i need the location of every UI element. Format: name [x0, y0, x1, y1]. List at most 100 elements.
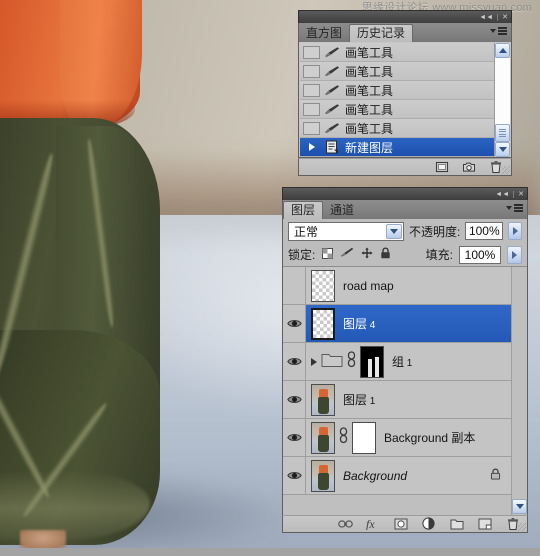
adjustment-layer-icon[interactable] [422, 517, 436, 531]
link-icon[interactable] [347, 350, 356, 373]
history-item[interactable]: 画笔工具 [300, 100, 494, 119]
blend-mode-value: 正常 [294, 224, 319, 239]
layer-thumbnail[interactable] [311, 383, 335, 416]
panel-menu-icon[interactable] [506, 204, 523, 212]
tab-layers[interactable]: 图层 [283, 201, 324, 219]
layer-thumbnail[interactable] [311, 421, 335, 454]
tab-history[interactable]: 历史记录 [349, 24, 414, 42]
collapse-icon[interactable]: ◄◄ [495, 191, 509, 198]
scrollbar-track[interactable] [495, 58, 510, 124]
visibility-toggle[interactable] [283, 457, 306, 494]
resize-grip-icon[interactable] [518, 523, 526, 531]
locked-badge-icon [490, 467, 501, 485]
history-scrollbar[interactable] [494, 43, 510, 157]
new-layer-history-icon [322, 140, 342, 154]
lock-position-icon[interactable] [361, 246, 373, 264]
tab-channels[interactable]: 通道 [323, 202, 361, 219]
layer-row-road-map[interactable]: road map [283, 267, 511, 305]
history-tabstrip: 直方图 历史记录 [298, 23, 512, 42]
history-item[interactable]: 画笔工具 [300, 119, 494, 138]
chevron-down-icon [506, 205, 512, 210]
lock-fill-row: 锁定: 填充: 100% [283, 243, 527, 266]
history-current-state-marker[interactable] [303, 141, 320, 154]
layer-thumbnail[interactable] [311, 307, 335, 340]
panel-menu-icon[interactable] [490, 27, 507, 35]
expand-group-triangle-icon[interactable] [311, 357, 317, 366]
layer-row-selected[interactable]: 图层 4 [283, 305, 511, 343]
svg-text:fx: fx [366, 517, 375, 530]
scroll-up-button[interactable] [495, 43, 510, 58]
history-item[interactable]: 画笔工具 [300, 62, 494, 81]
new-document-from-state-icon[interactable] [435, 160, 449, 174]
layer-row-background-copy[interactable]: Background 副本 [283, 419, 511, 457]
history-snapshot-checkbox[interactable] [303, 121, 320, 135]
lock-image-icon[interactable] [340, 246, 354, 264]
visibility-toggle[interactable] [283, 343, 306, 380]
history-item[interactable]: 画笔工具 [300, 43, 494, 62]
history-item[interactable]: 画笔工具 [300, 81, 494, 100]
layer-row-group[interactable]: 组 1 [283, 343, 511, 381]
titlebar-divider [513, 190, 515, 198]
layer-row-background[interactable]: Background [283, 457, 511, 495]
layer-mask-thumbnail[interactable] [360, 345, 384, 378]
blend-mode-select[interactable]: 正常 [288, 221, 404, 241]
history-snapshot-checkbox[interactable] [303, 102, 320, 116]
new-layer-icon[interactable] [478, 517, 492, 531]
link-layers-icon[interactable] [338, 517, 353, 531]
collapse-icon[interactable]: ◄◄ [479, 14, 493, 21]
layers-scrollbar[interactable] [511, 267, 527, 515]
eye-icon [286, 472, 302, 479]
layer-name[interactable]: Background 副本 [384, 429, 475, 446]
visibility-toggle[interactable] [283, 267, 306, 304]
eye-icon [286, 396, 302, 403]
lock-all-icon[interactable] [380, 246, 391, 264]
layer-name[interactable]: 图层 4 [343, 315, 375, 332]
lock-transparency-icon[interactable] [322, 246, 334, 264]
delete-trash-icon[interactable] [489, 160, 503, 174]
titlebar-divider [497, 13, 499, 21]
folder-icon[interactable] [321, 351, 343, 373]
history-panel-titlebar[interactable]: ◄◄ ✕ [298, 10, 512, 23]
opacity-input[interactable]: 100% [465, 222, 504, 240]
close-icon[interactable]: ✕ [502, 14, 508, 21]
layer-thumbnail[interactable] [311, 269, 335, 302]
resize-grip-icon[interactable] [502, 166, 510, 174]
history-item-selected[interactable]: 新建图层 [300, 138, 494, 157]
layers-panel-titlebar[interactable]: ◄◄ ✕ [282, 187, 528, 200]
visibility-toggle[interactable] [283, 419, 306, 456]
new-snapshot-camera-icon[interactable] [462, 160, 476, 174]
layer-name-suffix: 4 [367, 320, 376, 331]
close-icon[interactable]: ✕ [518, 191, 524, 198]
link-icon[interactable] [339, 426, 348, 449]
layer-name[interactable]: Background [343, 469, 407, 483]
fill-slider-button[interactable] [507, 245, 522, 264]
brush-icon [322, 65, 342, 78]
scroll-down-button[interactable] [512, 499, 527, 514]
scrollbar-thumb[interactable] [495, 124, 510, 142]
layer-thumbnail[interactable] [311, 459, 335, 492]
history-snapshot-checkbox[interactable] [303, 83, 320, 97]
layer-mask-thumbnail[interactable] [352, 421, 376, 454]
history-snapshot-checkbox[interactable] [303, 64, 320, 78]
new-group-folder-icon[interactable] [450, 517, 464, 531]
layer-name[interactable]: road map [343, 279, 394, 293]
layer-name[interactable]: 组 1 [392, 353, 412, 370]
layers-panel: ◄◄ ✕ 图层 通道 正常 不透明度: 100% 锁定: 填充: 100% ro… [282, 187, 528, 533]
eye-icon [286, 320, 302, 327]
visibility-toggle[interactable] [283, 381, 306, 418]
fill-input[interactable]: 100% [459, 245, 501, 264]
layer-name[interactable]: 图层 1 [343, 391, 375, 408]
history-item-label: 画笔工具 [345, 45, 394, 60]
chevron-down-icon[interactable] [385, 223, 402, 239]
layer-name-suffix: 1 [367, 396, 376, 407]
scroll-down-button[interactable] [495, 142, 510, 157]
history-list: 画笔工具 画笔工具 画笔工具 画笔工具 画笔工具 新建图层 [300, 43, 494, 157]
tab-histogram[interactable]: 直方图 [299, 25, 349, 42]
layer-style-fx-icon[interactable]: fx [366, 517, 380, 531]
history-snapshot-checkbox[interactable] [303, 45, 320, 59]
layer-row-图层-1[interactable]: 图层 1 [283, 381, 511, 419]
add-layer-mask-icon[interactable] [394, 517, 408, 531]
opacity-slider-button[interactable] [508, 222, 522, 240]
history-panel: ◄◄ ✕ 直方图 历史记录 画笔工具 画笔工具 画笔工具 画笔工具 画笔工具 新… [298, 10, 512, 176]
visibility-toggle[interactable] [283, 305, 306, 342]
